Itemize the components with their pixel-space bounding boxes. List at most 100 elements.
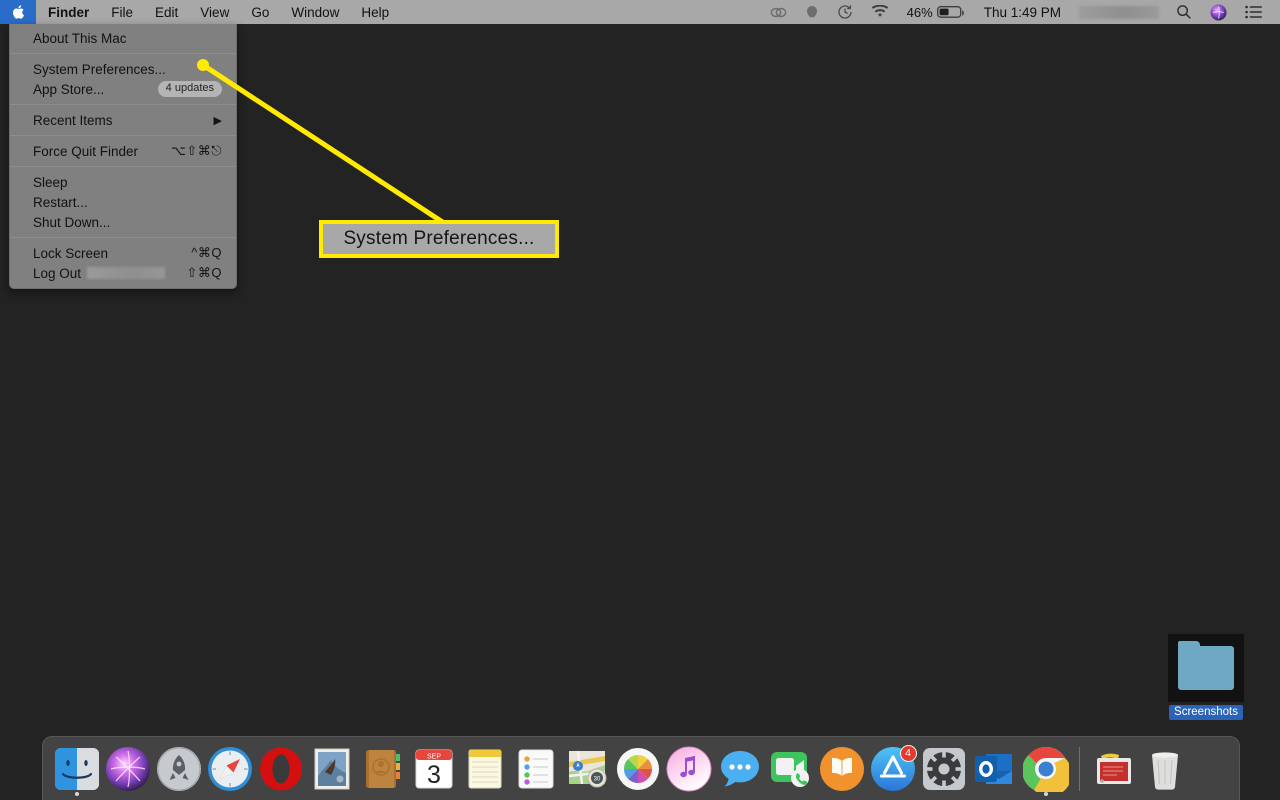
dock-item-itunes[interactable]	[663, 741, 714, 797]
menu-separator	[10, 166, 236, 167]
dock-item-finder[interactable]	[51, 741, 102, 797]
battery-icon[interactable]	[936, 0, 974, 24]
folder-shape	[1178, 641, 1234, 690]
itunes-icon	[666, 746, 712, 792]
menu-item-restart[interactable]: Restart...	[10, 192, 236, 212]
time-machine-icon[interactable]	[828, 0, 862, 24]
dock-item-notes[interactable]	[459, 741, 510, 797]
mail-icon	[309, 746, 355, 792]
dock-item-calendar[interactable]: SEP 3	[408, 741, 459, 797]
menu-item-sleep[interactable]: Sleep	[10, 172, 236, 192]
facetime-icon	[768, 746, 814, 792]
dock-item-system-preferences[interactable]	[918, 741, 969, 797]
finder-icon	[54, 746, 100, 792]
maps-icon: 30	[564, 746, 610, 792]
menu-item-label: Shut Down...	[33, 214, 111, 230]
control-center-icon[interactable]	[1236, 0, 1272, 24]
dock-item-contacts[interactable]	[357, 741, 408, 797]
downloads-stack-icon	[1091, 746, 1137, 792]
menu-item-label: Restart...	[33, 194, 88, 210]
dock-item-reminders[interactable]	[510, 741, 561, 797]
dock: SEP 3 30 4	[42, 736, 1240, 800]
menu-item-shortcut: ^⌘Q	[191, 245, 222, 260]
menu-item-app-store[interactable]: App Store... 4 updates	[10, 79, 236, 99]
safari-icon	[207, 746, 253, 792]
menu-item-shortcut: ⌥⇧⌘⎋	[170, 143, 222, 158]
menu-bar-item-file[interactable]: File	[100, 0, 144, 24]
dock-item-app-store[interactable]: 4	[867, 741, 918, 797]
calendar-icon: SEP 3	[411, 746, 457, 792]
dock-item-downloads[interactable]	[1088, 741, 1139, 797]
menu-item-label: About This Mac	[33, 30, 127, 46]
dock-item-maps[interactable]: 30	[561, 741, 612, 797]
menu-item-about-this-mac[interactable]: About This Mac	[10, 28, 236, 48]
dock-item-launchpad[interactable]	[153, 741, 204, 797]
running-indicator-dot	[74, 791, 79, 796]
menu-bar-item-go[interactable]: Go	[240, 0, 280, 24]
svg-text:30: 30	[593, 776, 600, 782]
menu-item-label: App Store...	[33, 81, 105, 97]
dock-item-trash[interactable]	[1139, 741, 1190, 797]
menu-item-label: Log Out	[33, 265, 82, 281]
desktop-icon-label: Screenshots	[1169, 705, 1243, 720]
launchpad-icon	[156, 746, 202, 792]
dock-item-opera[interactable]	[255, 741, 306, 797]
apple-logo-icon[interactable]	[0, 0, 36, 24]
desktop-icon-screenshots[interactable]: Screenshots	[1168, 634, 1244, 720]
menu-item-lock-screen[interactable]: Lock Screen ^⌘Q	[10, 243, 236, 263]
app-store-badge: 4	[899, 744, 917, 762]
menu-item-label: Recent Items	[33, 112, 113, 128]
photos-icon	[615, 746, 661, 792]
menu-bar-clock[interactable]: Thu 1:49 PM	[974, 0, 1071, 24]
menu-bar-app-name[interactable]: Finder	[36, 0, 100, 24]
menu-item-log-out[interactable]: Log Out ⇧⌘Q	[10, 263, 236, 283]
trash-icon	[1142, 746, 1188, 792]
menu-bar-item-help[interactable]: Help	[350, 0, 400, 24]
menu-separator	[10, 53, 236, 54]
siri-icon[interactable]	[1201, 0, 1236, 24]
menu-bar-item-edit[interactable]: Edit	[144, 0, 189, 24]
menu-item-label: Lock Screen	[33, 245, 109, 261]
callout-text: System Preferences...	[343, 228, 535, 249]
outlook-icon	[972, 746, 1018, 792]
wifi-icon[interactable]	[862, 0, 898, 24]
app-store-icon: 4	[870, 744, 917, 792]
menu-item-label: Sleep	[33, 174, 68, 190]
chevron-right-icon: ▶	[213, 114, 222, 127]
dock-item-mail[interactable]	[306, 741, 357, 797]
menu-bar-item-view[interactable]: View	[189, 0, 240, 24]
dock-item-facetime[interactable]	[765, 741, 816, 797]
calendar-day-text: 3	[427, 761, 441, 789]
reminders-icon	[513, 746, 559, 792]
search-icon[interactable]	[1167, 0, 1201, 24]
apple-menu-dropdown: About This Mac System Preferences... App…	[9, 24, 237, 289]
menu-item-recent-items[interactable]: Recent Items ▶	[10, 110, 236, 130]
system-preferences-icon	[921, 746, 967, 792]
dock-item-messages[interactable]	[714, 741, 765, 797]
menu-item-shut-down[interactable]: Shut Down...	[10, 212, 236, 232]
dock-item-outlook[interactable]	[969, 741, 1020, 797]
dock-item-books[interactable]	[816, 741, 867, 797]
menu-bar-username-blurred[interactable]	[1079, 5, 1159, 19]
battery-percent-label: 46%	[906, 4, 933, 20]
books-icon	[819, 746, 865, 792]
dock-item-chrome[interactable]	[1020, 741, 1071, 797]
menu-bar: Finder File Edit View Go Window Help 46%	[0, 0, 1280, 24]
calendar-month-text: SEP	[426, 753, 440, 760]
creative-cloud-icon[interactable]	[761, 0, 796, 24]
menu-item-label: Force Quit Finder	[33, 143, 139, 159]
dock-item-siri[interactable]	[102, 741, 153, 797]
siri-icon	[105, 746, 151, 792]
dropbox-icon[interactable]	[796, 0, 828, 24]
menu-item-force-quit-finder[interactable]: Force Quit Finder ⌥⇧⌘⎋	[10, 141, 236, 161]
messages-icon	[717, 746, 763, 792]
menu-bar-status-area: 46% Thu 1:49 PM	[761, 0, 1280, 24]
menu-item-system-preferences[interactable]: System Preferences...	[10, 59, 236, 79]
dock-item-photos[interactable]	[612, 741, 663, 797]
menu-separator	[10, 135, 236, 136]
menu-separator	[10, 237, 236, 238]
dock-item-safari[interactable]	[204, 741, 255, 797]
menu-bar-item-window[interactable]: Window	[280, 0, 350, 24]
folder-icon[interactable]	[1168, 634, 1244, 702]
log-out-username-blurred	[87, 267, 166, 279]
